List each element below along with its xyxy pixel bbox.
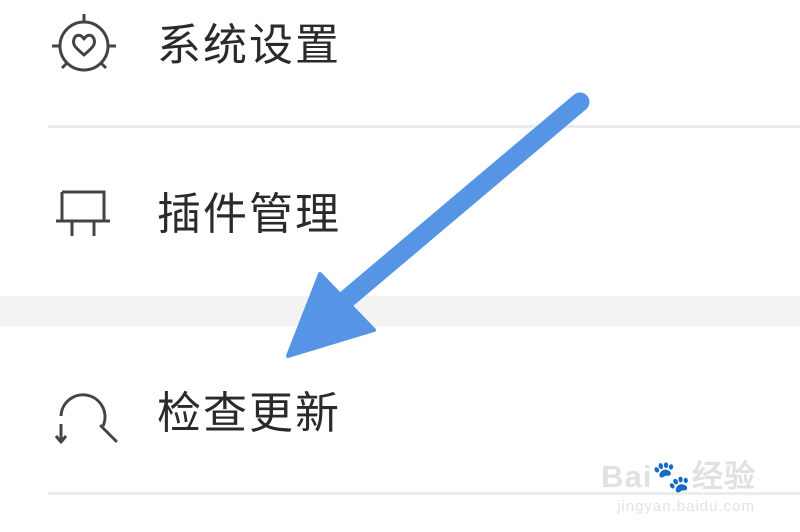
- paw-icon: 🐾: [652, 459, 692, 494]
- menu-item-system-settings[interactable]: 系统设置: [0, 0, 800, 96]
- watermark-logo: Bai🐾经验: [601, 461, 756, 492]
- plugin-icon: [44, 174, 124, 254]
- menu-item-label: 插件管理: [157, 189, 341, 240]
- menu-item-plugin-management[interactable]: 插件管理: [0, 166, 800, 262]
- section-separator: [0, 296, 800, 326]
- watermark-brand-suffix: 经验: [692, 459, 756, 494]
- watermark-brand: Bai: [601, 459, 653, 494]
- settings-heart-icon: [44, 6, 124, 86]
- menu-item-check-update[interactable]: 检查更新: [0, 366, 800, 462]
- menu-item-label: 检查更新: [157, 388, 341, 439]
- check-update-icon: [44, 376, 124, 456]
- divider: [48, 125, 800, 128]
- watermark-url: jingyan.baidu.com: [617, 498, 755, 515]
- menu-item-label: 系统设置: [157, 20, 341, 71]
